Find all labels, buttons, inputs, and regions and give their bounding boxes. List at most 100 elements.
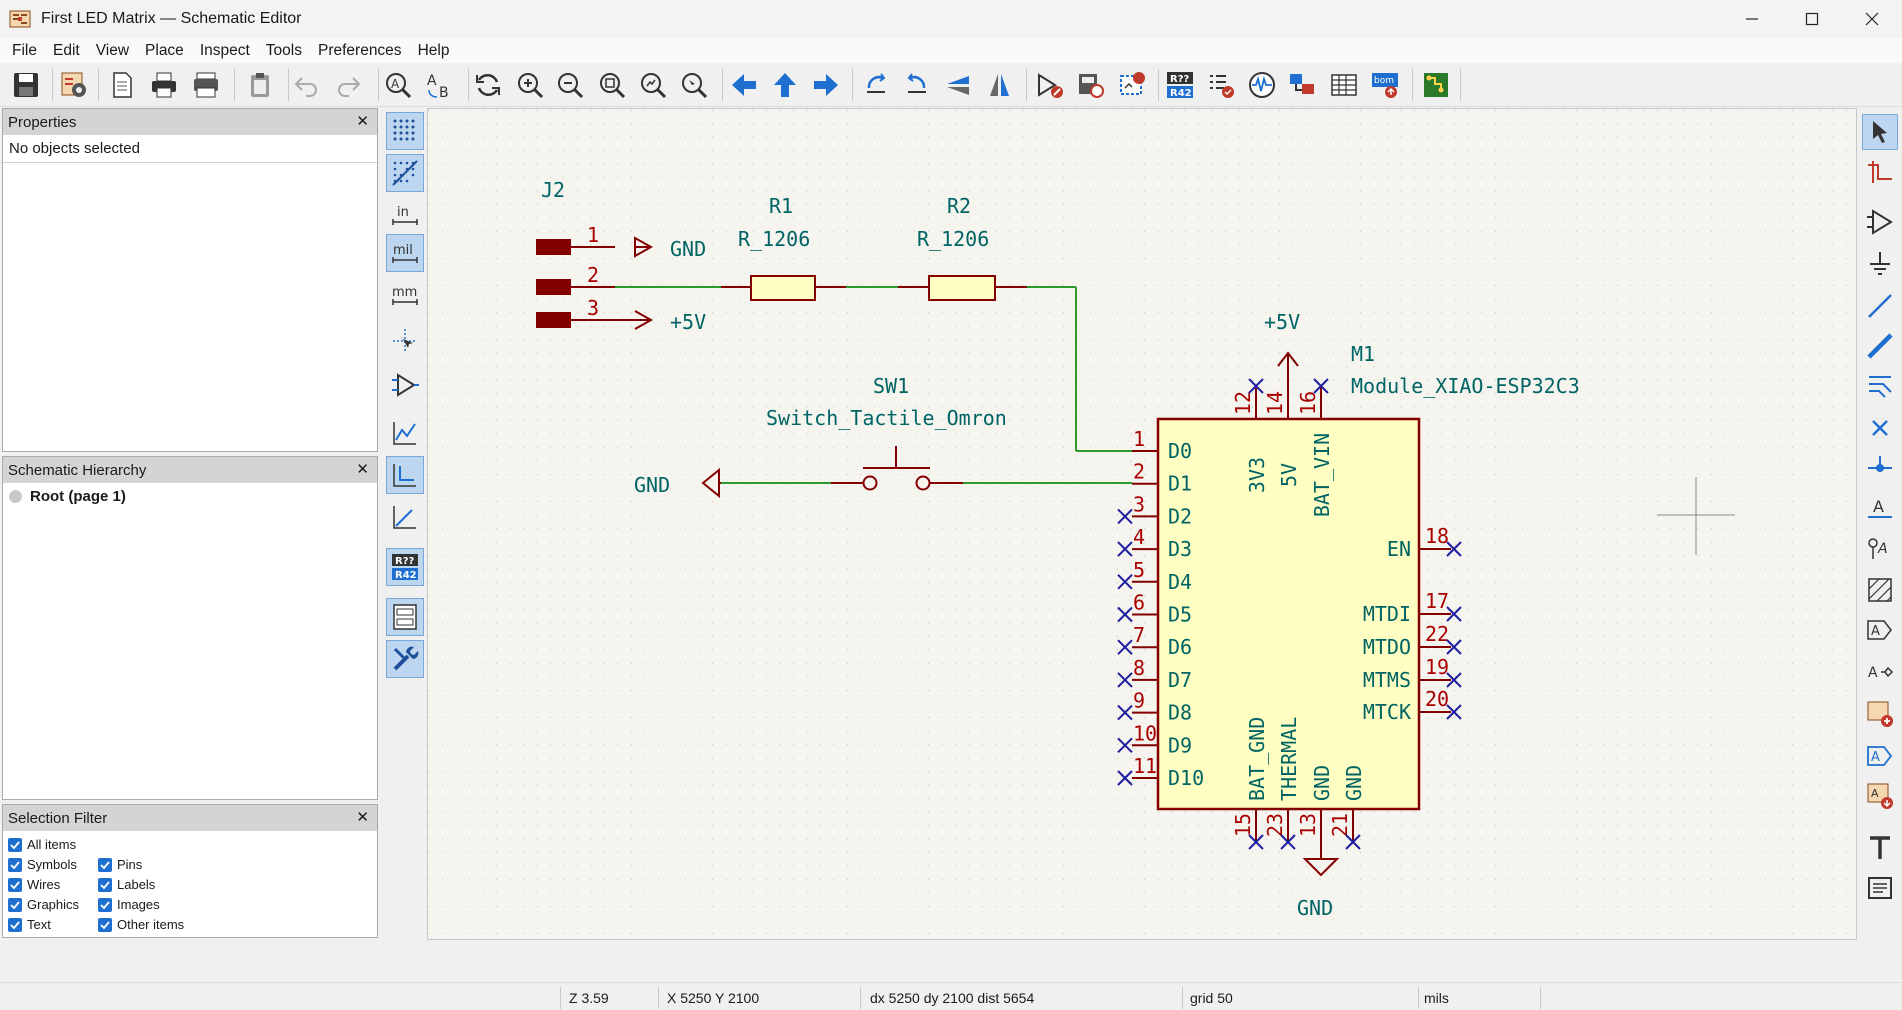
refresh-button[interactable] (470, 67, 506, 103)
navigate-forward-button[interactable] (808, 67, 844, 103)
add-bus-button[interactable] (1862, 328, 1898, 364)
cursor-crosshair-button[interactable] (386, 322, 424, 360)
add-hierarchical-label-button[interactable]: A (1862, 654, 1898, 690)
undo-button[interactable] (289, 67, 325, 103)
find-button[interactable]: A (380, 67, 416, 103)
hierarchy-panel-close-icon[interactable]: ✕ (356, 460, 369, 478)
add-textbox-button[interactable] (1862, 870, 1898, 906)
hierarchy-panel-toggle-button[interactable] (386, 598, 424, 636)
mirror-horizontal-button[interactable] (981, 67, 1017, 103)
save-button[interactable] (8, 67, 44, 103)
units-inches-button[interactable]: in (386, 196, 424, 234)
print-button[interactable] (146, 67, 182, 103)
rotate-cw-button[interactable] (899, 67, 935, 103)
zoom-selection-button[interactable] (676, 67, 712, 103)
add-text-button[interactable] (1862, 830, 1898, 866)
footprint-assignment-tool-button[interactable] (1285, 67, 1321, 103)
menu-place[interactable]: Place (137, 38, 192, 63)
select-tool-button[interactable] (1862, 114, 1898, 150)
sheet-icon (1867, 701, 1893, 727)
app-icon (9, 10, 31, 28)
page-settings-icon (113, 72, 132, 98)
add-global-label-button[interactable]: A (1862, 612, 1898, 648)
filter-images[interactable]: Images (98, 897, 160, 912)
units-mils-button[interactable]: mil (386, 234, 424, 272)
hierarchy-root-item[interactable]: Root (page 1) (3, 483, 377, 509)
units-mm-button[interactable]: mm (386, 276, 424, 314)
line-mode-45-button[interactable] (386, 498, 424, 536)
erc-button[interactable] (1203, 67, 1239, 103)
show-hidden-pins-button[interactable] (386, 366, 424, 404)
add-bus-entry-button[interactable] (1862, 368, 1898, 404)
symbol-fields-table-button[interactable] (1326, 67, 1362, 103)
find-replace-button[interactable]: AB (422, 67, 458, 103)
add-sheet-pin-button[interactable]: A (1862, 738, 1898, 774)
paste-button[interactable] (242, 67, 278, 103)
properties-panel-toggle-button[interactable] (386, 640, 424, 678)
zoom-in-icon (518, 73, 544, 99)
add-power-button[interactable] (1862, 246, 1898, 282)
schematic-editor-window: First LED Matrix — Schematic Editor File… (0, 0, 1902, 1010)
free-angle-icon (393, 422, 416, 445)
filter-wires[interactable]: Wires (8, 877, 60, 892)
schematic-canvas[interactable]: J2 1 2 3 GND +5V R1 R_1206 R2 R_1206 SW1 Switch_Tac… (427, 108, 1857, 940)
line-mode-free-button[interactable] (386, 414, 424, 452)
filter-text[interactable]: Text (8, 917, 51, 932)
pcb-editor-button[interactable] (1418, 67, 1454, 103)
filter-all-items[interactable]: All items (8, 837, 76, 852)
grid-toggle-button[interactable] (386, 112, 424, 150)
close-button[interactable] (1842, 0, 1902, 38)
add-netclass-flag-button[interactable]: A (1862, 530, 1898, 566)
symbol-editor-button[interactable] (1032, 67, 1068, 103)
filter-graphics[interactable]: Graphics (8, 897, 79, 912)
schematic-setup-button[interactable] (56, 67, 92, 103)
filter-symbols[interactable]: Symbols (8, 857, 77, 872)
add-junction-button[interactable] (1862, 450, 1898, 486)
selection-filter-header: Selection Filter ✕ (3, 805, 377, 831)
menu-tools[interactable]: Tools (258, 38, 310, 63)
menu-preferences[interactable]: Preferences (310, 38, 410, 63)
properties-panel-close-icon[interactable]: ✕ (356, 112, 369, 130)
plot-button[interactable] (188, 67, 224, 103)
filter-labels[interactable]: Labels (98, 877, 155, 892)
symbol-browser-button[interactable] (1073, 67, 1109, 103)
redo-button[interactable] (330, 67, 366, 103)
zoom-out-button[interactable] (552, 67, 588, 103)
line-mode-90-button[interactable] (386, 456, 424, 494)
simulator-button[interactable] (1244, 67, 1280, 103)
import-sheet-pin-button[interactable]: A (1862, 778, 1898, 814)
navigate-up-button[interactable] (767, 67, 803, 103)
zoom-in-button[interactable] (512, 67, 548, 103)
grid-overrides-button[interactable] (386, 154, 424, 192)
menu-edit[interactable]: Edit (45, 38, 88, 63)
add-no-connect-button[interactable] (1862, 410, 1898, 446)
annotate-button[interactable]: R?? R42 (1162, 67, 1198, 103)
maximize-button[interactable] (1782, 0, 1842, 38)
minimize-button[interactable] (1722, 0, 1782, 38)
footprint-assign-button[interactable] (1114, 67, 1150, 103)
page-settings-button[interactable] (104, 67, 140, 103)
rotate-ccw-button[interactable] (858, 67, 894, 103)
menu-inspect[interactable]: Inspect (192, 38, 258, 63)
close-icon (1865, 12, 1879, 26)
menu-view[interactable]: View (88, 38, 137, 63)
zoom-fit-button[interactable] (594, 67, 630, 103)
add-symbol-button[interactable] (1862, 204, 1898, 240)
add-rule-area-button[interactable] (1862, 572, 1898, 608)
selection-filter-close-icon[interactable]: ✕ (356, 808, 369, 826)
menu-help[interactable]: Help (410, 38, 458, 63)
menu-file[interactable]: File (4, 38, 45, 63)
add-label-button[interactable]: A (1862, 490, 1898, 526)
mirror-vertical-button[interactable] (940, 67, 976, 103)
highlight-net-button[interactable] (1862, 154, 1898, 190)
annotate-toggle-icon: R?? R42 (392, 554, 418, 581)
zoom-objects-button[interactable] (635, 67, 671, 103)
bom-button[interactable]: bom (1367, 67, 1403, 103)
add-sheet-button[interactable] (1862, 696, 1898, 732)
navigate-back-button[interactable] (726, 67, 762, 103)
filter-pins[interactable]: Pins (98, 857, 142, 872)
filter-other-items[interactable]: Other items (98, 917, 184, 932)
auto-annotate-button[interactable]: R?? R42 (386, 548, 424, 586)
add-wire-button[interactable] (1862, 288, 1898, 324)
schematic-drawing[interactable]: J2123GND+5VR1R_1206R2R_1206SW1Switch_Tac… (428, 109, 1857, 940)
